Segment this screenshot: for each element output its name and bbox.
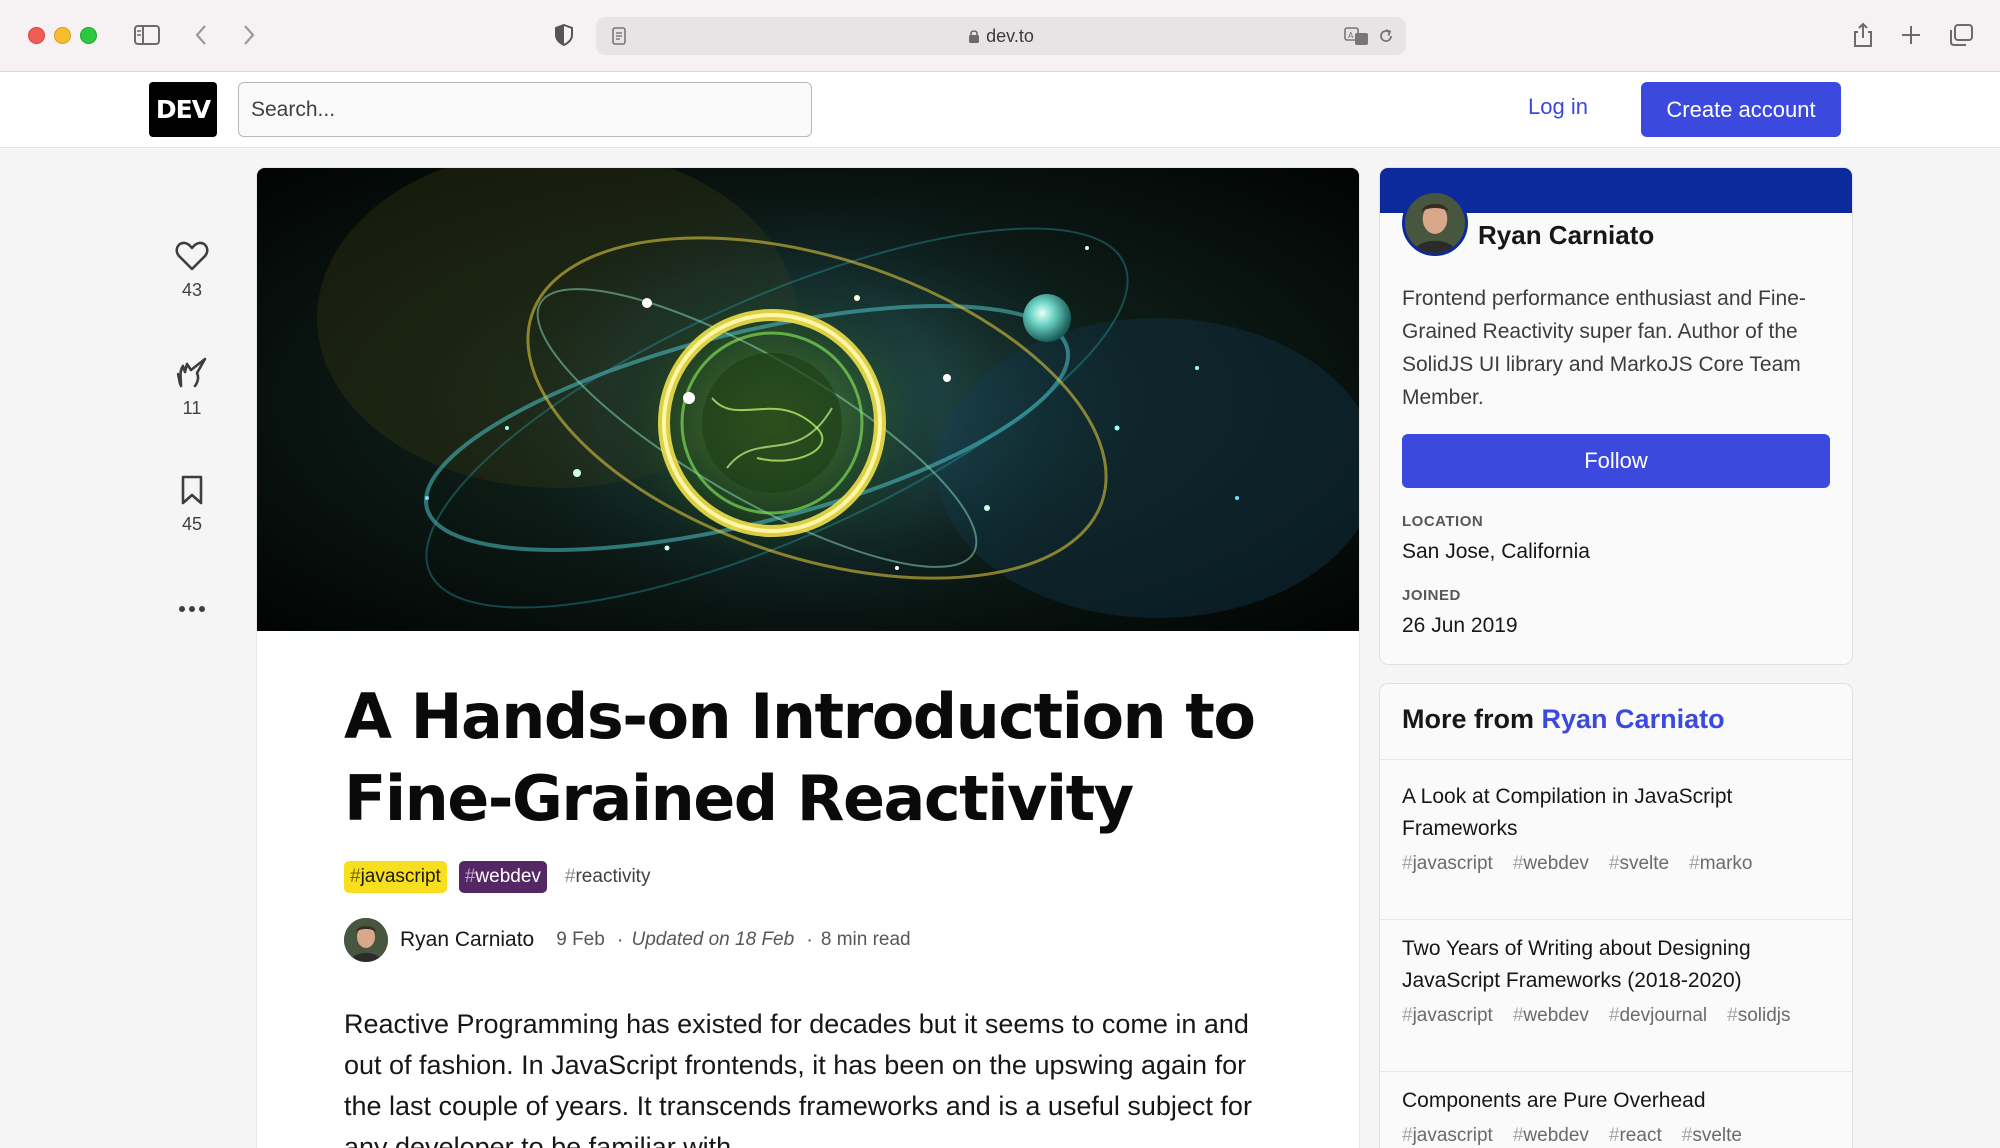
more-from-item[interactable]: Two Years of Writing about Designing Jav… — [1380, 933, 1852, 1072]
bookmark-icon — [181, 475, 203, 505]
tag-javascript[interactable]: #javascript — [344, 861, 447, 893]
bookmark-count: 45 — [181, 514, 203, 534]
dev-logo[interactable]: DEV — [149, 82, 217, 137]
author-avatar[interactable] — [344, 918, 388, 962]
tag-webdev[interactable]: #webdev — [458, 861, 547, 893]
location-label: LOCATION — [1402, 513, 1484, 530]
lock-icon — [969, 30, 980, 43]
privacy-shield-icon[interactable] — [549, 20, 579, 50]
location-value: San Jose, California — [1402, 540, 1590, 563]
forward-icon[interactable] — [234, 20, 264, 50]
joined-label: JOINED — [1402, 587, 1461, 604]
url-display: dev.to — [596, 26, 1406, 47]
publish-date: 9 Feb — [556, 929, 605, 950]
separator-dot: · — [806, 928, 813, 951]
cover-image — [257, 168, 1359, 631]
more-item-tag[interactable]: #react — [1609, 1125, 1662, 1147]
read-time: 8 min read — [820, 929, 911, 950]
more-item-tag[interactable]: #webdev — [1513, 853, 1589, 875]
separator-dot: · — [616, 928, 624, 951]
more-item-tag[interactable]: #javascript — [1402, 1125, 1493, 1147]
close-window-button[interactable] — [28, 27, 45, 44]
more-item-tag[interactable]: #javascript — [1402, 853, 1493, 875]
updated-date: Updated on 18 Feb — [631, 929, 795, 950]
more-from-item[interactable]: A Look at Compilation in JavaScript Fram… — [1380, 781, 1852, 920]
more-item-tags: #javascript #webdev #react #svelte — [1402, 1125, 1830, 1147]
more-item-tags: #javascript #webdev #svelte #marko — [1402, 853, 1830, 875]
profile-bio: Frontend performance enthusiast and Fine… — [1402, 287, 1806, 409]
bookmark-reaction[interactable]: 45 — [160, 474, 224, 535]
url-text: dev.to — [986, 26, 1034, 46]
login-link[interactable]: Log in — [1528, 94, 1588, 120]
browser-toolbar: dev.to A — [0, 0, 2000, 72]
profile-avatar[interactable] — [1402, 190, 1468, 256]
more-item-title[interactable]: A Look at Compilation in JavaScript Fram… — [1402, 781, 1830, 845]
more-from-item[interactable]: Components are Pure Overhead #javascript… — [1380, 1085, 1852, 1148]
author-name[interactable]: Ryan Carniato — [400, 928, 534, 952]
profile-name[interactable]: Ryan Carniato — [1478, 220, 1654, 251]
article-tags: #javascript #webdev #reactivity — [344, 861, 656, 893]
svg-text:A: A — [1348, 31, 1354, 40]
article-body: Reactive Programming has existed for dec… — [344, 1009, 1252, 1148]
more-item-tag[interactable]: #svelte — [1609, 853, 1669, 875]
more-item-tag[interactable]: #javascript — [1402, 1005, 1493, 1027]
reload-icon[interactable] — [1371, 21, 1401, 51]
more-from-author-link[interactable]: Ryan Carniato — [1542, 704, 1725, 734]
more-item-tag[interactable]: #devjournal — [1609, 1005, 1707, 1027]
more-item-tag[interactable]: #svelte — [1682, 1125, 1742, 1147]
more-from-heading: More from Ryan Carniato — [1380, 684, 1852, 760]
article-byline: Ryan Carniato 9 Feb · Updated on 18 Feb … — [344, 918, 911, 962]
joined-value: 26 Jun 2019 — [1402, 614, 1518, 637]
tab-overview-icon[interactable] — [1946, 20, 1976, 50]
author-profile-card: Ryan Carniato Frontend performance enthu… — [1380, 168, 1852, 664]
follow-button[interactable]: Follow — [1402, 434, 1830, 488]
back-icon[interactable] — [186, 20, 216, 50]
address-bar[interactable]: dev.to A — [596, 17, 1406, 55]
article-card: A Hands-on Introduction to Fine-Grained … — [257, 168, 1359, 1148]
more-item-tag[interactable]: #webdev — [1513, 1125, 1589, 1147]
more-item-tag[interactable]: #webdev — [1513, 1005, 1589, 1027]
like-reaction[interactable]: 43 — [160, 240, 224, 301]
like-count: 43 — [181, 280, 203, 300]
unicorn-reaction[interactable]: 11 — [160, 356, 224, 419]
more-item-tag[interactable]: #marko — [1689, 853, 1752, 875]
tag-reactivity[interactable]: #reactivity — [559, 861, 657, 893]
unicorn-icon — [176, 357, 207, 388]
sidebar-toggle-icon[interactable] — [132, 20, 162, 50]
article-title: A Hands-on Introduction to Fine-Grained … — [344, 680, 1256, 835]
more-item-tag[interactable]: #solidjs — [1727, 1005, 1790, 1027]
site-header: DEV Log in Create account — [0, 72, 2000, 148]
search-input[interactable] — [238, 82, 812, 137]
more-item-title[interactable]: Components are Pure Overhead — [1402, 1085, 1830, 1117]
more-from-card: More from Ryan Carniato A Look at Compil… — [1380, 684, 1852, 1148]
more-item-tags: #javascript #webdev #devjournal #solidjs — [1402, 1005, 1830, 1027]
share-icon[interactable] — [1848, 20, 1878, 50]
zoom-window-button[interactable] — [80, 27, 97, 44]
create-account-button[interactable]: Create account — [1641, 82, 1841, 137]
new-tab-icon[interactable] — [1896, 20, 1926, 50]
unicorn-count: 11 — [182, 398, 202, 418]
heart-icon — [175, 241, 209, 271]
ellipsis-icon — [179, 606, 205, 612]
more-actions-button[interactable] — [160, 596, 224, 630]
minimize-window-button[interactable] — [54, 27, 71, 44]
translate-icon[interactable]: A — [1342, 21, 1372, 51]
more-item-title[interactable]: Two Years of Writing about Designing Jav… — [1402, 933, 1830, 997]
